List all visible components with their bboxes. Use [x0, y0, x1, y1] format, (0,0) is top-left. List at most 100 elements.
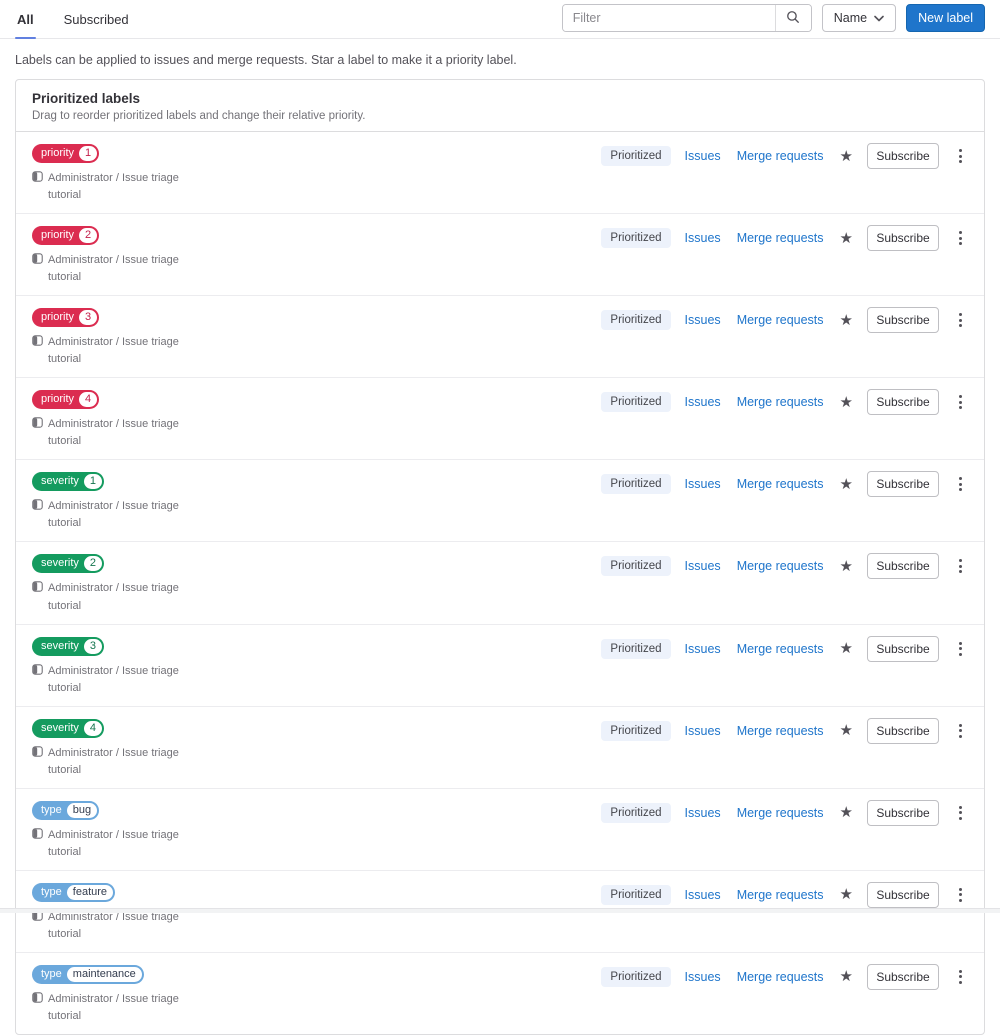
sort-dropdown[interactable]: Name	[821, 4, 897, 32]
label-value: 2	[83, 556, 103, 572]
label-options-button[interactable]	[953, 393, 968, 411]
project-path: Administrator / Issue triage tutorial	[32, 252, 192, 286]
subscribe-button[interactable]: Subscribe	[867, 963, 939, 990]
label-value: 1	[79, 146, 98, 161]
label-options-button[interactable]	[953, 722, 968, 740]
issues-link[interactable]: Issues	[685, 395, 721, 409]
filter-input[interactable]	[562, 5, 775, 31]
tab-subscribed[interactable]: Subscribed	[62, 0, 131, 38]
issues-link[interactable]: Issues	[685, 231, 721, 245]
prioritized-badge: Prioritized	[601, 638, 671, 659]
new-label-button[interactable]: New label	[906, 4, 985, 32]
merge-requests-link[interactable]: Merge requests	[737, 395, 824, 409]
subscribe-button[interactable]: Subscribe	[867, 307, 939, 334]
label-row: severity 3 Administrator / Issue triage …	[16, 625, 984, 707]
star-icon: ★	[839, 804, 853, 822]
subscribe-button[interactable]: Subscribe	[867, 881, 939, 908]
label-options-button[interactable]	[953, 804, 968, 822]
issues-link[interactable]: Issues	[685, 724, 721, 738]
merge-requests-link[interactable]: Merge requests	[737, 313, 824, 327]
vertical-dots-icon	[959, 231, 962, 246]
unprioritize-star-button[interactable]: ★	[838, 313, 855, 328]
label-pill[interactable]: type maintenance	[32, 964, 144, 984]
label-pill[interactable]: severity 4	[32, 718, 105, 738]
prioritized-badge: Prioritized	[601, 228, 671, 249]
subscribe-button[interactable]: Subscribe	[867, 225, 939, 252]
unprioritize-star-button[interactable]: ★	[838, 395, 855, 410]
unprioritize-star-button[interactable]: ★	[838, 149, 855, 164]
label-options-button[interactable]	[953, 557, 968, 575]
unprioritize-star-button[interactable]: ★	[838, 231, 855, 246]
label-value: 3	[83, 638, 103, 654]
unprioritize-star-button[interactable]: ★	[838, 723, 855, 738]
label-options-button[interactable]	[953, 640, 968, 658]
issues-link[interactable]: Issues	[685, 642, 721, 656]
label-pill[interactable]: priority 4	[32, 390, 100, 410]
prioritized-labels-card: Prioritized labels Drag to reorder prior…	[15, 79, 985, 1035]
subscribe-button[interactable]: Subscribe	[867, 389, 939, 416]
merge-requests-link[interactable]: Merge requests	[737, 559, 824, 573]
label-value: 4	[83, 720, 103, 736]
issues-link[interactable]: Issues	[685, 970, 721, 984]
merge-requests-link[interactable]: Merge requests	[737, 477, 824, 491]
label-scope: type	[41, 885, 62, 898]
subscribe-button[interactable]: Subscribe	[867, 471, 939, 498]
subscribe-button[interactable]: Subscribe	[867, 799, 939, 826]
row-actions: Prioritized Issues Merge requests ★ Subs…	[601, 799, 968, 826]
issues-link[interactable]: Issues	[685, 149, 721, 163]
label-value: 3	[79, 310, 98, 326]
unprioritize-star-button[interactable]: ★	[838, 805, 855, 820]
label-options-button[interactable]	[953, 968, 968, 986]
vertical-dots-icon	[959, 559, 962, 574]
label-pill[interactable]: priority 3	[32, 308, 100, 328]
search-button[interactable]	[774, 5, 811, 31]
label-options-button[interactable]	[953, 886, 968, 904]
label-value: maintenance	[66, 966, 142, 982]
project-icon	[32, 170, 43, 204]
issues-link[interactable]: Issues	[685, 477, 721, 491]
merge-requests-link[interactable]: Merge requests	[737, 888, 824, 902]
label-value: 1	[83, 474, 103, 490]
label-pill[interactable]: type feature	[32, 882, 116, 902]
subscribe-button[interactable]: Subscribe	[867, 635, 939, 662]
merge-requests-link[interactable]: Merge requests	[737, 149, 824, 163]
unprioritize-star-button[interactable]: ★	[838, 887, 855, 902]
label-pill[interactable]: severity 1	[32, 472, 105, 492]
issues-link[interactable]: Issues	[685, 313, 721, 327]
project-path-text: Administrator / Issue triage tutorial	[48, 254, 179, 284]
unprioritize-star-button[interactable]: ★	[838, 477, 855, 492]
subscribe-button[interactable]: Subscribe	[867, 143, 939, 169]
merge-requests-link[interactable]: Merge requests	[737, 970, 824, 984]
label-pill[interactable]: priority 1	[32, 144, 100, 163]
label-value: feature	[66, 884, 114, 900]
issues-link[interactable]: Issues	[685, 559, 721, 573]
unprioritize-star-button[interactable]: ★	[838, 969, 855, 984]
label-row: type bug Administrator / Issue triage tu…	[16, 789, 984, 871]
label-pill[interactable]: severity 3	[32, 636, 105, 656]
project-path: Administrator / Issue triage tutorial	[32, 663, 192, 697]
merge-requests-link[interactable]: Merge requests	[737, 231, 824, 245]
project-icon	[32, 334, 43, 368]
project-path: Administrator / Issue triage tutorial	[32, 170, 192, 204]
label-options-button[interactable]	[953, 311, 968, 329]
label-pill[interactable]: type bug	[32, 800, 100, 820]
label-column: priority 2 Administrator / Issue triage …	[32, 225, 217, 286]
issues-link[interactable]: Issues	[685, 888, 721, 902]
unprioritize-star-button[interactable]: ★	[838, 559, 855, 574]
merge-requests-link[interactable]: Merge requests	[737, 642, 824, 656]
issues-link[interactable]: Issues	[685, 806, 721, 820]
project-path-text: Administrator / Issue triage tutorial	[48, 828, 179, 858]
tab-all[interactable]: All	[15, 0, 36, 39]
label-options-button[interactable]	[953, 475, 968, 493]
vertical-dots-icon	[959, 805, 962, 820]
label-pill[interactable]: priority 2	[32, 226, 100, 246]
label-options-button[interactable]	[953, 147, 968, 165]
merge-requests-link[interactable]: Merge requests	[737, 724, 824, 738]
label-pill[interactable]: severity 2	[32, 554, 105, 574]
project-icon	[32, 580, 43, 614]
unprioritize-star-button[interactable]: ★	[838, 641, 855, 656]
merge-requests-link[interactable]: Merge requests	[737, 806, 824, 820]
subscribe-button[interactable]: Subscribe	[867, 553, 939, 580]
subscribe-button[interactable]: Subscribe	[867, 717, 939, 744]
label-options-button[interactable]	[953, 229, 968, 247]
